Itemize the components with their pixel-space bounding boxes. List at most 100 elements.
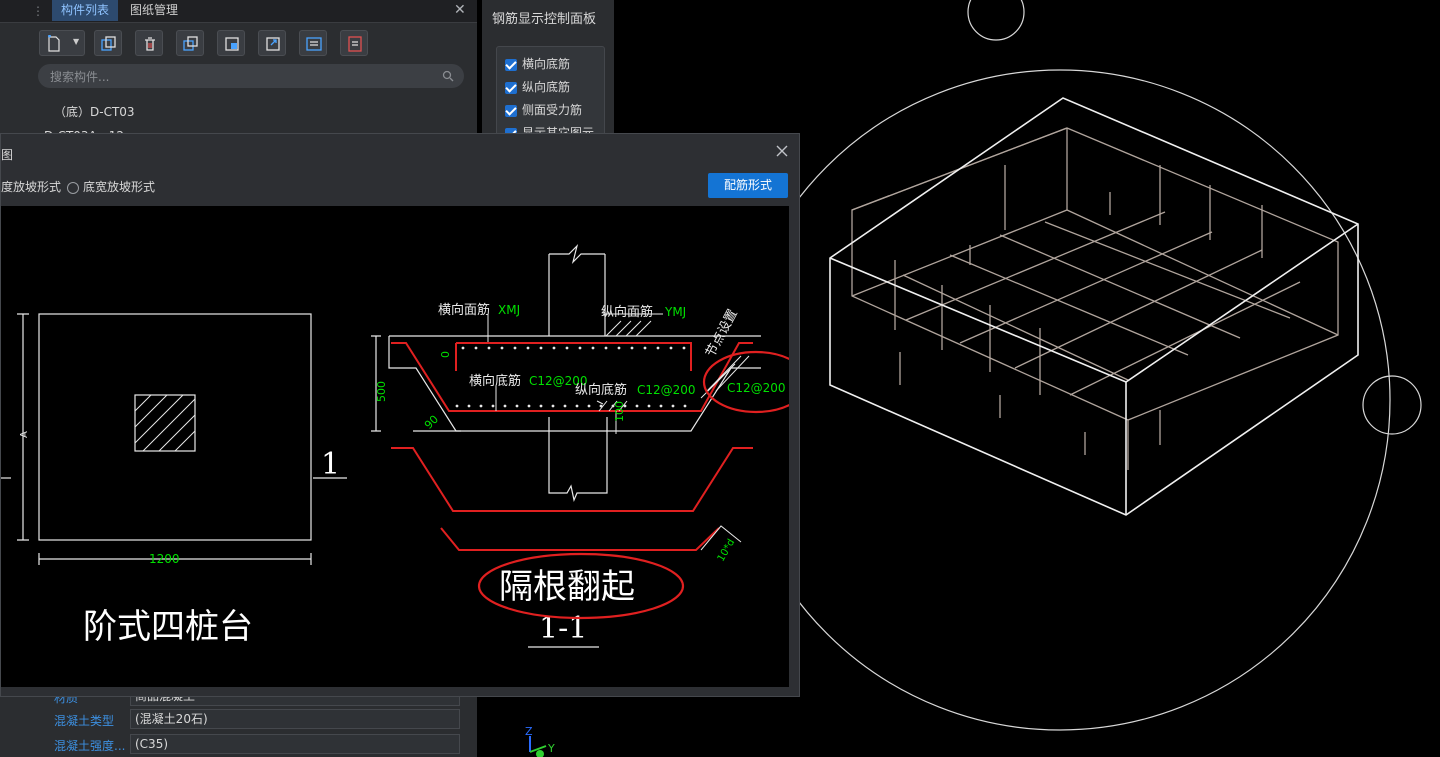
rebar-dot xyxy=(587,404,591,408)
rebar-dot xyxy=(578,346,582,350)
rebar-options-box: 横向底筋 纵向底筋 侧面受力筋 显示其它图元 xyxy=(496,46,605,142)
checkbox-longitudinal-bottom[interactable]: 纵向底筋 xyxy=(505,78,570,98)
rebar-dot xyxy=(491,404,495,408)
rebar-dot xyxy=(656,346,660,350)
rebar-dot xyxy=(563,404,567,408)
radio-bottom-width-slope[interactable] xyxy=(67,181,80,194)
code-ymj: YMJ xyxy=(664,305,686,319)
new-component-button[interactable]: ▼ xyxy=(39,30,85,56)
checkbox-checked-icon[interactable] xyxy=(505,58,517,71)
rebar-dot xyxy=(513,346,517,350)
dim-0: 0 xyxy=(439,351,452,358)
rebar-dot xyxy=(552,346,556,350)
rebar-dot xyxy=(617,346,621,350)
label-node-setting: 节点设置 xyxy=(703,307,741,360)
rebar-dot xyxy=(630,346,634,350)
plan-width-dimension: 1200 xyxy=(149,552,180,566)
rebar-diagram-dialog: 图 度放坡形式 底宽放坡形式 配筋形式 1200 A 1 阶式四桩台 横向面筋 … xyxy=(0,133,800,697)
trash-icon xyxy=(145,37,155,51)
plan-title: 阶式四桩台 xyxy=(83,607,253,647)
checkbox-label: 侧面受力筋 xyxy=(522,103,583,117)
rebar-dot xyxy=(551,404,555,408)
dropdown-arrow-icon: ▼ xyxy=(73,37,80,46)
close-icon[interactable] xyxy=(773,142,791,160)
section-note: 隔根翻起 xyxy=(499,567,635,607)
rebar-dot xyxy=(539,346,543,350)
properties-icon xyxy=(348,36,362,52)
search-input[interactable] xyxy=(48,67,432,87)
rebar-dot xyxy=(526,346,530,350)
export-icon xyxy=(266,37,280,51)
label-transverse-bottom-rebar: 横向底筋 xyxy=(469,373,521,389)
dim-100: 100 xyxy=(613,401,626,422)
panel-close-icon[interactable]: ✕ xyxy=(454,2,466,18)
export-button[interactable] xyxy=(258,30,286,56)
dim-90: 90 xyxy=(422,413,441,432)
rebar-dot xyxy=(669,346,673,350)
checkbox-checked-icon[interactable] xyxy=(505,81,517,94)
radio-label-height-slope[interactable]: 度放坡形式 xyxy=(1,180,61,194)
rebar-dot xyxy=(575,404,579,408)
rebar-form-button[interactable]: 配筋形式 xyxy=(708,173,788,198)
column-outline xyxy=(134,394,196,452)
property-value-concrete-type[interactable]: (混凝土20石) xyxy=(130,709,460,729)
dialog-title: 图 xyxy=(1,148,14,162)
rebar-panel-title: 钢筋显示控制面板 xyxy=(492,12,597,27)
rebar-dot xyxy=(527,404,531,408)
rebar-dot xyxy=(635,404,639,408)
axis-z-label: Z xyxy=(525,725,533,738)
list-view-button[interactable] xyxy=(299,30,327,56)
list-item[interactable]: （底）D-CT03 xyxy=(54,103,135,120)
rebar-dot xyxy=(503,404,507,408)
layers-icon xyxy=(183,36,198,51)
tab-drawing-management[interactable]: 图纸管理 xyxy=(121,0,187,21)
axis-y-label: Y xyxy=(547,742,555,755)
dim-10d: 10*d xyxy=(716,537,738,563)
list-icon xyxy=(306,37,322,51)
extract-button[interactable] xyxy=(217,30,245,56)
rebar-dot xyxy=(647,404,651,408)
rebar-dot xyxy=(500,346,504,350)
rebar-display-panel: 钢筋显示控制面板 横向底筋 纵向底筋 侧面受力筋 显示其它图元 xyxy=(482,0,614,142)
radio-label-bottom-width-slope[interactable]: 底宽放坡形式 xyxy=(83,180,155,194)
rebar-dot xyxy=(604,346,608,350)
property-label-concrete-strength: 混凝土强度... xyxy=(54,739,126,753)
properties-button[interactable] xyxy=(340,30,368,56)
slope-form-radio-group: 度放坡形式 底宽放坡形式 xyxy=(1,178,155,195)
code-xmj: XMJ xyxy=(498,303,520,317)
rebar-dot xyxy=(487,346,491,350)
search-box[interactable] xyxy=(38,64,464,88)
rebar-dot xyxy=(659,404,663,408)
rebar-dot xyxy=(683,404,687,408)
rebar-dot xyxy=(671,404,675,408)
label-transverse-top-rebar: 横向面筋 xyxy=(438,302,490,318)
copy-to-floor-button[interactable] xyxy=(176,30,204,56)
rebar-dot xyxy=(455,404,459,408)
tab-component-list[interactable]: 构件列表 xyxy=(52,0,119,21)
spec-longitudinal-bottom: C12@200 xyxy=(637,383,696,397)
label-longitudinal-top-rebar: 纵向面筋 xyxy=(601,304,653,320)
checkbox-side-rebar[interactable]: 侧面受力筋 xyxy=(505,101,582,121)
checkbox-label: 纵向底筋 xyxy=(522,80,571,94)
dim-500: 500 xyxy=(375,381,388,402)
checkbox-transverse-bottom[interactable]: 横向底筋 xyxy=(505,55,570,75)
checkbox-checked-icon[interactable] xyxy=(505,104,517,117)
copy-button[interactable] xyxy=(94,30,122,56)
rebar-dot xyxy=(682,346,686,350)
rebar-dot xyxy=(539,404,543,408)
rebar-dot xyxy=(479,404,483,408)
delete-button[interactable] xyxy=(135,30,163,56)
drag-handle-icon[interactable]: ⋮ xyxy=(32,4,44,18)
new-file-icon xyxy=(48,35,60,52)
panel-tabbar: ⋮ 构件列表 图纸管理 ✕ xyxy=(0,0,477,23)
property-value-concrete-strength[interactable]: (C35) xyxy=(130,734,460,754)
rebar-dot xyxy=(461,346,465,350)
checkbox-label: 横向底筋 xyxy=(522,57,571,71)
plan-outline xyxy=(38,313,312,541)
rebar-dot xyxy=(467,404,471,408)
property-label-concrete-type: 混凝土类型 xyxy=(54,714,115,728)
search-icon[interactable] xyxy=(442,70,454,82)
rebar-dot xyxy=(565,346,569,350)
plan-side-dimension: A xyxy=(19,431,30,438)
extract-icon xyxy=(225,37,239,51)
